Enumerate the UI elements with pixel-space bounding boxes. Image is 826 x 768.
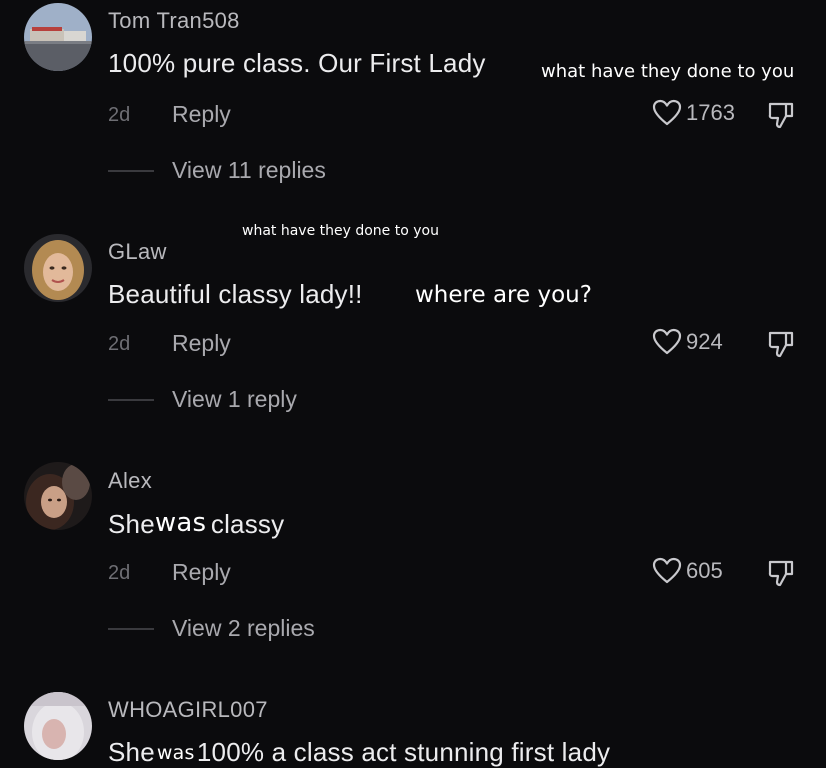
avatar[interactable] [24,692,92,760]
caption-overlay: what have they done to you [242,223,439,239]
view-replies-button[interactable]: View 1 reply [108,386,297,413]
divider-line [108,627,154,630]
caption-overlay: where are you? [415,282,592,308]
avatar[interactable] [24,3,92,71]
divider-line [108,169,154,172]
comment-text: She was 100% a class act stunning first la… [108,737,610,768]
dislike-button[interactable] [766,100,796,135]
dislike-button[interactable] [766,329,796,364]
dislike-button[interactable] [766,558,796,593]
edited-word-overlay: was [156,742,195,765]
like-button[interactable]: 1763 [652,99,735,127]
comment-text: She was classy [108,508,285,541]
comment-age: 2d [108,562,131,584]
thumbs-down-icon [768,331,794,358]
comment-text-end: classy [210,509,285,539]
comments-screen: Tom Tran508 100% pure class. Our First L… [0,0,826,768]
edited-word-patch: was [154,508,211,541]
comment-username[interactable]: Alex [108,468,152,494]
edited-word-overlay: was [154,508,207,539]
comment-username[interactable]: WHOAGIRL007 [108,697,268,723]
comment-age: 2d [108,333,131,355]
caption-overlay: what have they done to you [541,61,795,82]
like-button[interactable]: 605 [652,557,723,585]
like-button[interactable]: 924 [652,328,723,356]
view-replies-label: View 1 reply [172,386,297,412]
comment-text-start: She [108,737,155,767]
like-count: 1763 [686,100,735,125]
comment-text: Beautiful classy lady!! [108,279,363,309]
reply-button[interactable]: Reply [172,330,231,357]
comment-text-start: She [108,509,155,539]
view-replies-button[interactable]: View 11 replies [108,157,326,184]
thumbs-down-icon [768,102,794,129]
avatar[interactable] [24,234,92,302]
like-count: 924 [686,329,723,354]
comment-text-end: 100% a class act stunning first lady [196,737,611,767]
reply-button[interactable]: Reply [172,101,231,128]
view-replies-label: View 11 replies [172,157,326,183]
divider-line [108,398,154,401]
thumbs-down-icon [768,560,794,587]
edited-word-patch: was [154,740,197,768]
comment-username[interactable]: Tom Tran508 [108,8,240,34]
heart-outline-icon [652,99,682,126]
reply-button[interactable]: Reply [172,559,231,586]
view-replies-label: View 2 replies [172,615,315,641]
heart-outline-icon [652,557,682,584]
comment-text: 100% pure class. Our First Lady [108,48,486,78]
like-count: 605 [686,558,723,583]
heart-outline-icon [652,328,682,355]
view-replies-button[interactable]: View 2 replies [108,615,315,642]
comment-age: 2d [108,104,131,126]
comment-username[interactable]: GLaw [108,239,167,265]
avatar[interactable] [24,462,92,530]
